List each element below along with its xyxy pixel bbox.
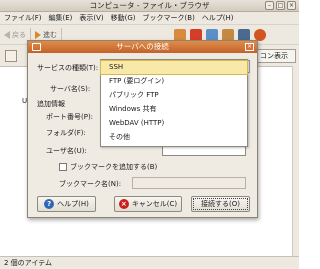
- service-type-label: サービスの種類(T):: [37, 64, 99, 72]
- forward-button[interactable]: 進む: [35, 30, 57, 40]
- vertical-scrollbar[interactable]: [292, 66, 299, 256]
- service-option-ssh[interactable]: SSH: [100, 60, 248, 75]
- menubar: ファイル(F) 編集(E) 表示(V) 移動(G) ブックマーク(B) ヘルプ(…: [0, 12, 299, 24]
- add-bookmark-label: ブックマークを追加する(B): [70, 163, 158, 171]
- window-title: コンピュータ - ファイル・ブラウザ: [0, 0, 299, 12]
- dialog-title: サーバへの接続: [116, 42, 169, 51]
- bookmark-name-input[interactable]: [132, 177, 246, 189]
- edit-location-icon[interactable]: [5, 50, 17, 62]
- service-option-ftp-login[interactable]: FTP (要ログイン): [101, 75, 247, 88]
- status-bar: 2 個のアイテム: [0, 256, 299, 269]
- minimize-button[interactable]: –: [265, 1, 274, 10]
- connect-button[interactable]: 接続する(O): [191, 196, 250, 212]
- menu-bookmarks[interactable]: ブックマーク(B): [143, 13, 195, 23]
- port-label: ポート番号(P):: [46, 113, 94, 121]
- computer-icon[interactable]: [238, 28, 250, 41]
- service-option-windows-share[interactable]: Windows 共有: [101, 103, 247, 116]
- service-option-other[interactable]: その他: [101, 131, 247, 144]
- service-option-public-ftp[interactable]: パブリック FTP: [101, 89, 247, 102]
- user-label: ユーザ名(U):: [46, 147, 87, 155]
- back-arrow-icon: [4, 30, 10, 39]
- dialog-titlebar: サーバへの接続 ×: [28, 41, 257, 53]
- service-option-webdav[interactable]: WebDAV (HTTP): [101, 117, 247, 130]
- connect-server-dialog: サーバへの接続 × サービスの種類(T): サーバ名(S): 追加情報 ポート番…: [27, 40, 258, 218]
- home-icon[interactable]: [222, 28, 234, 41]
- back-button[interactable]: 戻る: [4, 30, 26, 40]
- reload-icon[interactable]: [206, 28, 218, 41]
- view-mode-combo[interactable]: コン表示: [256, 49, 296, 63]
- menu-view[interactable]: 表示(V): [79, 13, 103, 23]
- window-controls: – □ ×: [265, 1, 296, 10]
- back-label: 戻る: [12, 30, 26, 39]
- cancel-button[interactable]: × キャンセル(C): [114, 196, 182, 212]
- help-button[interactable]: ? ヘルプ(H): [37, 196, 96, 212]
- close-button[interactable]: ×: [287, 1, 296, 10]
- help-icon: ?: [44, 199, 55, 209]
- menu-help[interactable]: ヘルプ(H): [202, 13, 234, 23]
- bookmark-name-label: ブックマーク名(N):: [59, 180, 122, 188]
- stop-icon[interactable]: [190, 28, 202, 41]
- search-icon[interactable]: [254, 28, 266, 41]
- cancel-button-label: キャンセル(C): [131, 200, 178, 208]
- forward-arrow-icon: [35, 30, 41, 39]
- forward-label: 進む: [43, 30, 57, 39]
- menu-go[interactable]: 移動(G): [111, 13, 136, 23]
- menu-file[interactable]: ファイル(F): [4, 13, 42, 23]
- folder-label: フォルダ(F):: [46, 129, 86, 137]
- extra-info-label: 追加情報: [37, 100, 65, 108]
- server-label: サーバ名(S):: [50, 85, 91, 93]
- connect-button-label: 接続する(O): [201, 200, 240, 208]
- up-folder-icon[interactable]: [174, 28, 186, 41]
- maximize-button[interactable]: □: [276, 1, 285, 10]
- dialog-close-icon[interactable]: ×: [245, 43, 254, 51]
- network-folder-icon: [32, 43, 41, 51]
- add-bookmark-checkbox[interactable]: [59, 163, 67, 171]
- help-button-label: ヘルプ(H): [57, 200, 89, 208]
- menu-edit[interactable]: 編集(E): [49, 13, 73, 23]
- service-type-dropdown-list: SSH FTP (要ログイン) パブリック FTP Windows 共有 Web…: [100, 59, 248, 147]
- cancel-icon: ×: [118, 199, 129, 209]
